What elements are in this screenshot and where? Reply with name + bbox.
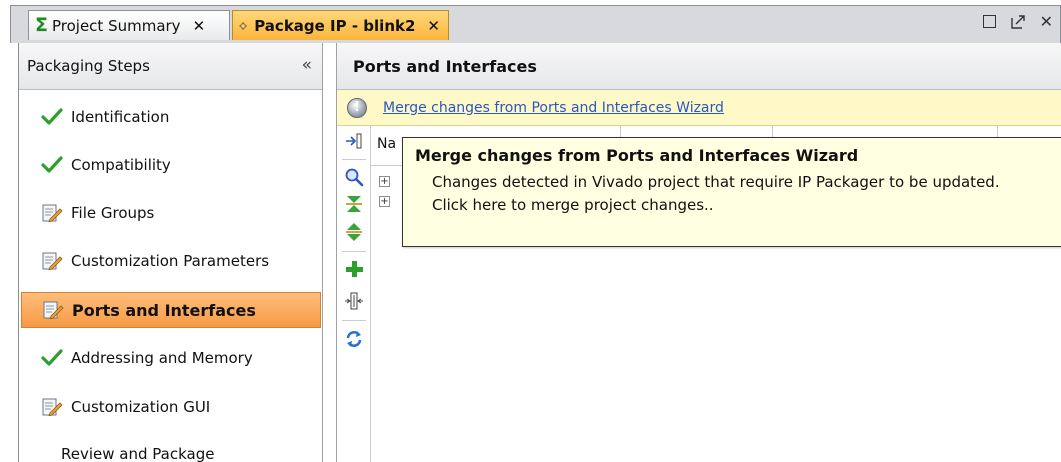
info-icon: !	[347, 97, 367, 118]
check-icon	[41, 156, 63, 173]
split-icon[interactable]	[343, 290, 365, 312]
window-controls: ✕	[982, 12, 1053, 31]
step-label: Compatibility	[71, 156, 171, 174]
table-row[interactable]: +	[379, 174, 390, 187]
expand-node-icon[interactable]: +	[379, 176, 390, 187]
step-addressing-and-memory[interactable]: Addressing and Memory	[21, 340, 321, 376]
step-compatibility[interactable]: Compatibility	[21, 147, 321, 183]
packaging-steps-panel: Packaging Steps « Identification Compati…	[18, 43, 323, 462]
step-label: Review and Package	[61, 445, 215, 462]
packaging-steps-header: Packaging Steps «	[19, 43, 322, 90]
step-review-and-package[interactable]: Review and Package	[21, 436, 321, 462]
tab-label: Project Summary	[51, 16, 181, 35]
table-row[interactable]: +	[379, 194, 390, 207]
step-customization-parameters[interactable]: Customization Parameters	[21, 243, 321, 279]
tab-package-ip[interactable]: Package IP - blink2 ✕	[232, 10, 449, 40]
edit-document-icon	[43, 301, 64, 319]
step-label: Addressing and Memory	[71, 349, 253, 367]
collapse-all-icon[interactable]	[343, 193, 365, 215]
column-header-label: Na	[377, 136, 397, 152]
package-icon	[239, 21, 247, 30]
close-tab-icon[interactable]: ✕	[193, 17, 206, 35]
toolbar-divider	[342, 320, 366, 321]
check-icon	[41, 349, 63, 366]
step-label: Identification	[71, 108, 170, 126]
tab-label: Package IP - blink2	[254, 16, 416, 35]
tooltip-line: Click here to merge project changes..	[432, 196, 714, 214]
step-customization-gui[interactable]: Customization GUI	[21, 389, 321, 425]
toolbar-divider	[342, 251, 366, 252]
edit-document-icon	[42, 252, 63, 270]
close-window-icon[interactable]: ✕	[1040, 12, 1053, 31]
merge-banner: ! Merge changes from Ports and Interface…	[337, 90, 1061, 126]
float-icon[interactable]	[1010, 14, 1026, 30]
expand-node-icon[interactable]: +	[379, 196, 390, 207]
step-label: Customization Parameters	[71, 252, 270, 270]
sigma-icon: Σ	[35, 14, 48, 36]
ports-and-interfaces-panel: Ports and Interfaces ! Merge changes fro…	[336, 43, 1061, 462]
step-label: Customization GUI	[71, 398, 211, 416]
collapse-panel-icon[interactable]: «	[302, 55, 312, 75]
tooltip-title: Merge changes from Ports and Interfaces …	[415, 146, 859, 165]
add-icon[interactable]	[343, 258, 365, 280]
merge-tooltip: Merge changes from Ports and Interfaces …	[402, 137, 1061, 247]
step-file-groups[interactable]: File Groups	[21, 195, 321, 231]
tooltip-line: Changes detected in Vivado project that …	[432, 173, 1000, 191]
close-tab-icon[interactable]: ✕	[427, 17, 440, 35]
step-label: Ports and Interfaces	[72, 300, 256, 320]
merge-changes-link[interactable]: Merge changes from Ports and Interfaces …	[383, 100, 724, 116]
tab-bar: Σ Project Summary ✕ Package IP - blink2 …	[0, 0, 1061, 43]
panel-title: Packaging Steps	[27, 57, 150, 75]
toolbar-divider	[342, 159, 366, 160]
check-icon	[41, 108, 63, 125]
tab-project-summary[interactable]: Σ Project Summary ✕	[28, 10, 230, 40]
refresh-icon[interactable]	[343, 328, 365, 350]
maximize-icon[interactable]	[982, 15, 996, 28]
step-label: File Groups	[71, 204, 155, 222]
edit-document-icon	[42, 204, 63, 222]
edit-document-icon	[42, 398, 63, 416]
expand-icon[interactable]	[343, 130, 365, 152]
search-icon[interactable]	[343, 166, 365, 188]
ports-toolbar	[337, 126, 371, 462]
panel-title: Ports and Interfaces	[337, 43, 1061, 90]
step-ports-and-interfaces[interactable]: Ports and Interfaces	[21, 292, 321, 328]
expand-all-icon[interactable]	[343, 221, 365, 243]
step-identification[interactable]: Identification	[21, 99, 321, 135]
